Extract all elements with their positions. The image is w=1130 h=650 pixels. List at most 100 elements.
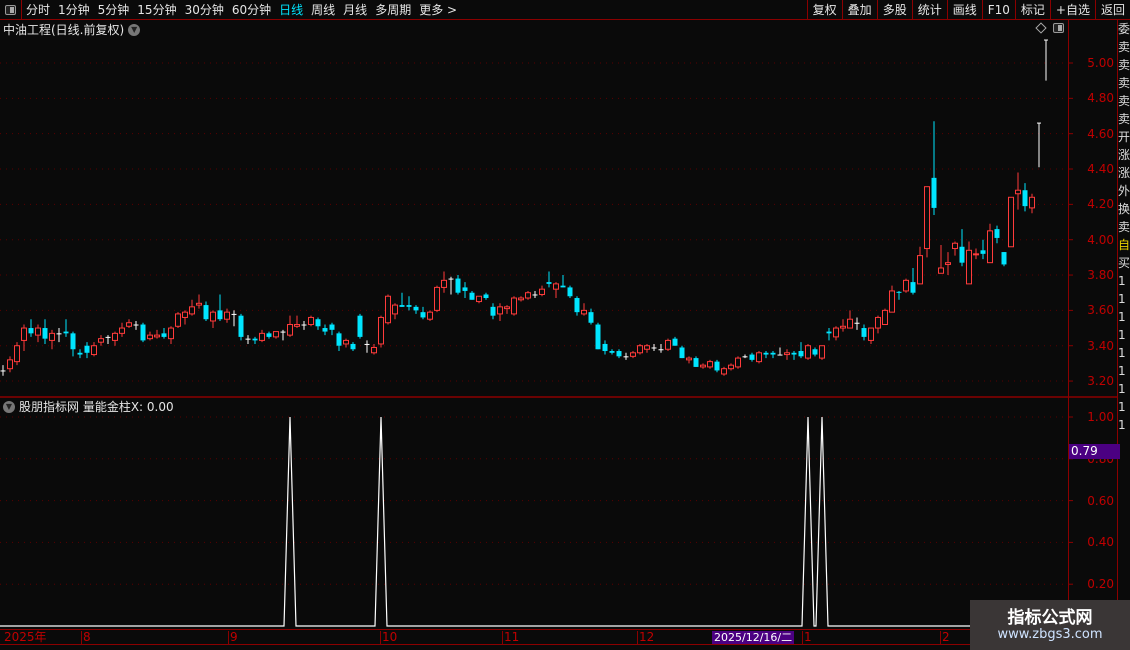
quote-label: 委 (1118, 22, 1130, 36)
quote-label: 换 (1118, 202, 1130, 216)
period-tabs: 分时 1分钟 5分钟 15分钟 30分钟 60分钟 日线 周线 月线 多周期 更多 > (22, 1, 461, 18)
candle-body (497, 306, 503, 315)
tab-period[interactable]: 日线 (275, 1, 307, 18)
candle-body (609, 351, 615, 353)
indicator-title: ▼ 股朋指标网 量能金柱X: 0.00 (3, 398, 174, 415)
candle-body (945, 262, 951, 265)
candle-body (147, 334, 153, 340)
candle-body (161, 333, 167, 337)
price-tick-label: 4.60 (1087, 126, 1114, 141)
quote-label: 1 (1118, 346, 1126, 360)
price-tick-label: 4.80 (1087, 91, 1114, 106)
panel-toggle-icon[interactable] (1053, 23, 1064, 33)
candle-body (119, 327, 125, 334)
toolbar-button[interactable]: F10 (981, 0, 1015, 20)
quote-label: 1 (1118, 328, 1126, 342)
candle-body (812, 349, 818, 355)
quote-label: 1 (1118, 274, 1126, 288)
chevron-down-icon[interactable]: ▼ (3, 400, 15, 413)
candle-body (700, 364, 706, 368)
chevron-down-icon[interactable]: ▼ (128, 23, 141, 36)
candle-body (448, 278, 454, 280)
tab-period[interactable]: 5分钟 (94, 1, 134, 18)
candle-body (770, 352, 776, 355)
toolbar-button[interactable]: 统计 (911, 0, 947, 20)
indicator-tick-label: 0.20 (1087, 577, 1114, 592)
candle-body (735, 357, 741, 368)
candle-body (553, 283, 559, 290)
candle-body (763, 352, 769, 355)
date-label: 8 (81, 630, 91, 644)
candle-body (406, 305, 412, 307)
candle-body (364, 343, 370, 345)
candle-body (798, 351, 804, 357)
candle-body (343, 339, 349, 345)
tab-period[interactable]: 周线 (307, 1, 339, 18)
candle-body (539, 288, 545, 295)
tab-period[interactable]: 多周期 (371, 1, 415, 18)
toolbar-button[interactable]: 返回 (1094, 0, 1130, 20)
quote-label: 1 (1118, 418, 1126, 432)
tab-period[interactable]: 更多 > (415, 1, 461, 18)
indicator-tick-label: 0.40 (1087, 535, 1114, 550)
date-label: 1 (802, 630, 812, 644)
candle-body (966, 249, 972, 285)
candle-body (112, 332, 118, 341)
toolbar-button[interactable]: 复权 (806, 0, 842, 20)
quote-label: 自 (1118, 238, 1130, 252)
candle-body (980, 250, 986, 254)
candle-body (532, 294, 538, 296)
candle-body (322, 328, 328, 332)
candle-body (882, 309, 888, 326)
candle-body (560, 285, 566, 288)
sidebar-toggle-button[interactable] (0, 0, 22, 20)
tab-period[interactable]: 1分钟 (54, 1, 94, 18)
toolbar-button[interactable]: 多股 (876, 0, 912, 20)
watermark-url: www.zbgs3.com (997, 627, 1103, 642)
stock-title: 中油工程(日线.前复权) (3, 23, 125, 37)
candle-body (567, 287, 573, 297)
candle-body (329, 324, 335, 330)
candle-body (336, 333, 342, 346)
candle-body (392, 304, 398, 315)
toolbar-buttons: 复权 叠加 多股 统计 画线 F10 标记 +自选 返回 (806, 0, 1130, 20)
candle-body (644, 345, 650, 350)
indicator-name: 股朋指标网 量能金柱X: 0.00 (19, 400, 174, 414)
candle-body (231, 313, 237, 315)
candle-body (35, 327, 41, 336)
quote-label: 涨 (1118, 148, 1130, 162)
tab-period[interactable]: 分时 (22, 1, 54, 18)
quote-label: 卖 (1118, 58, 1130, 72)
candle-body (259, 332, 265, 341)
candle-body (441, 279, 447, 288)
toolbar-button[interactable]: 画线 (946, 0, 982, 20)
candle-body (140, 324, 146, 341)
candle-body (357, 315, 363, 337)
toolbar-button[interactable]: +自选 (1049, 0, 1095, 20)
candle-body (679, 347, 685, 359)
candle-body (56, 333, 62, 335)
candle-body (273, 331, 279, 338)
chart-title: 中油工程(日线.前复权) ▼ (3, 21, 141, 38)
candle-body (196, 302, 202, 306)
chart-controls (1035, 22, 1064, 34)
toolbar-button[interactable]: 叠加 (841, 0, 877, 20)
toolbar-button[interactable]: 标记 (1014, 0, 1050, 20)
tab-period[interactable]: 15分钟 (133, 1, 180, 18)
tab-period[interactable]: 60分钟 (228, 1, 275, 18)
candle-body (350, 343, 356, 350)
price-chart[interactable] (0, 0, 1130, 650)
candle-body (623, 356, 629, 358)
candle-body (1015, 189, 1021, 195)
candle-body (371, 346, 377, 354)
quote-label: 卖 (1118, 220, 1130, 234)
quote-label: 1 (1118, 310, 1126, 324)
candle-body (224, 311, 230, 320)
price-axis: 5.00 4.80 4.60 4.40 4.20 4.00 3.80 3.60 3.40 3.20… (1068, 20, 1118, 630)
candle-body (91, 345, 97, 356)
diamond-icon[interactable] (1035, 22, 1047, 34)
tab-period[interactable]: 30分钟 (181, 1, 228, 18)
candle-body (490, 306, 496, 316)
tab-period[interactable]: 月线 (339, 1, 371, 18)
candle-body (854, 322, 860, 324)
